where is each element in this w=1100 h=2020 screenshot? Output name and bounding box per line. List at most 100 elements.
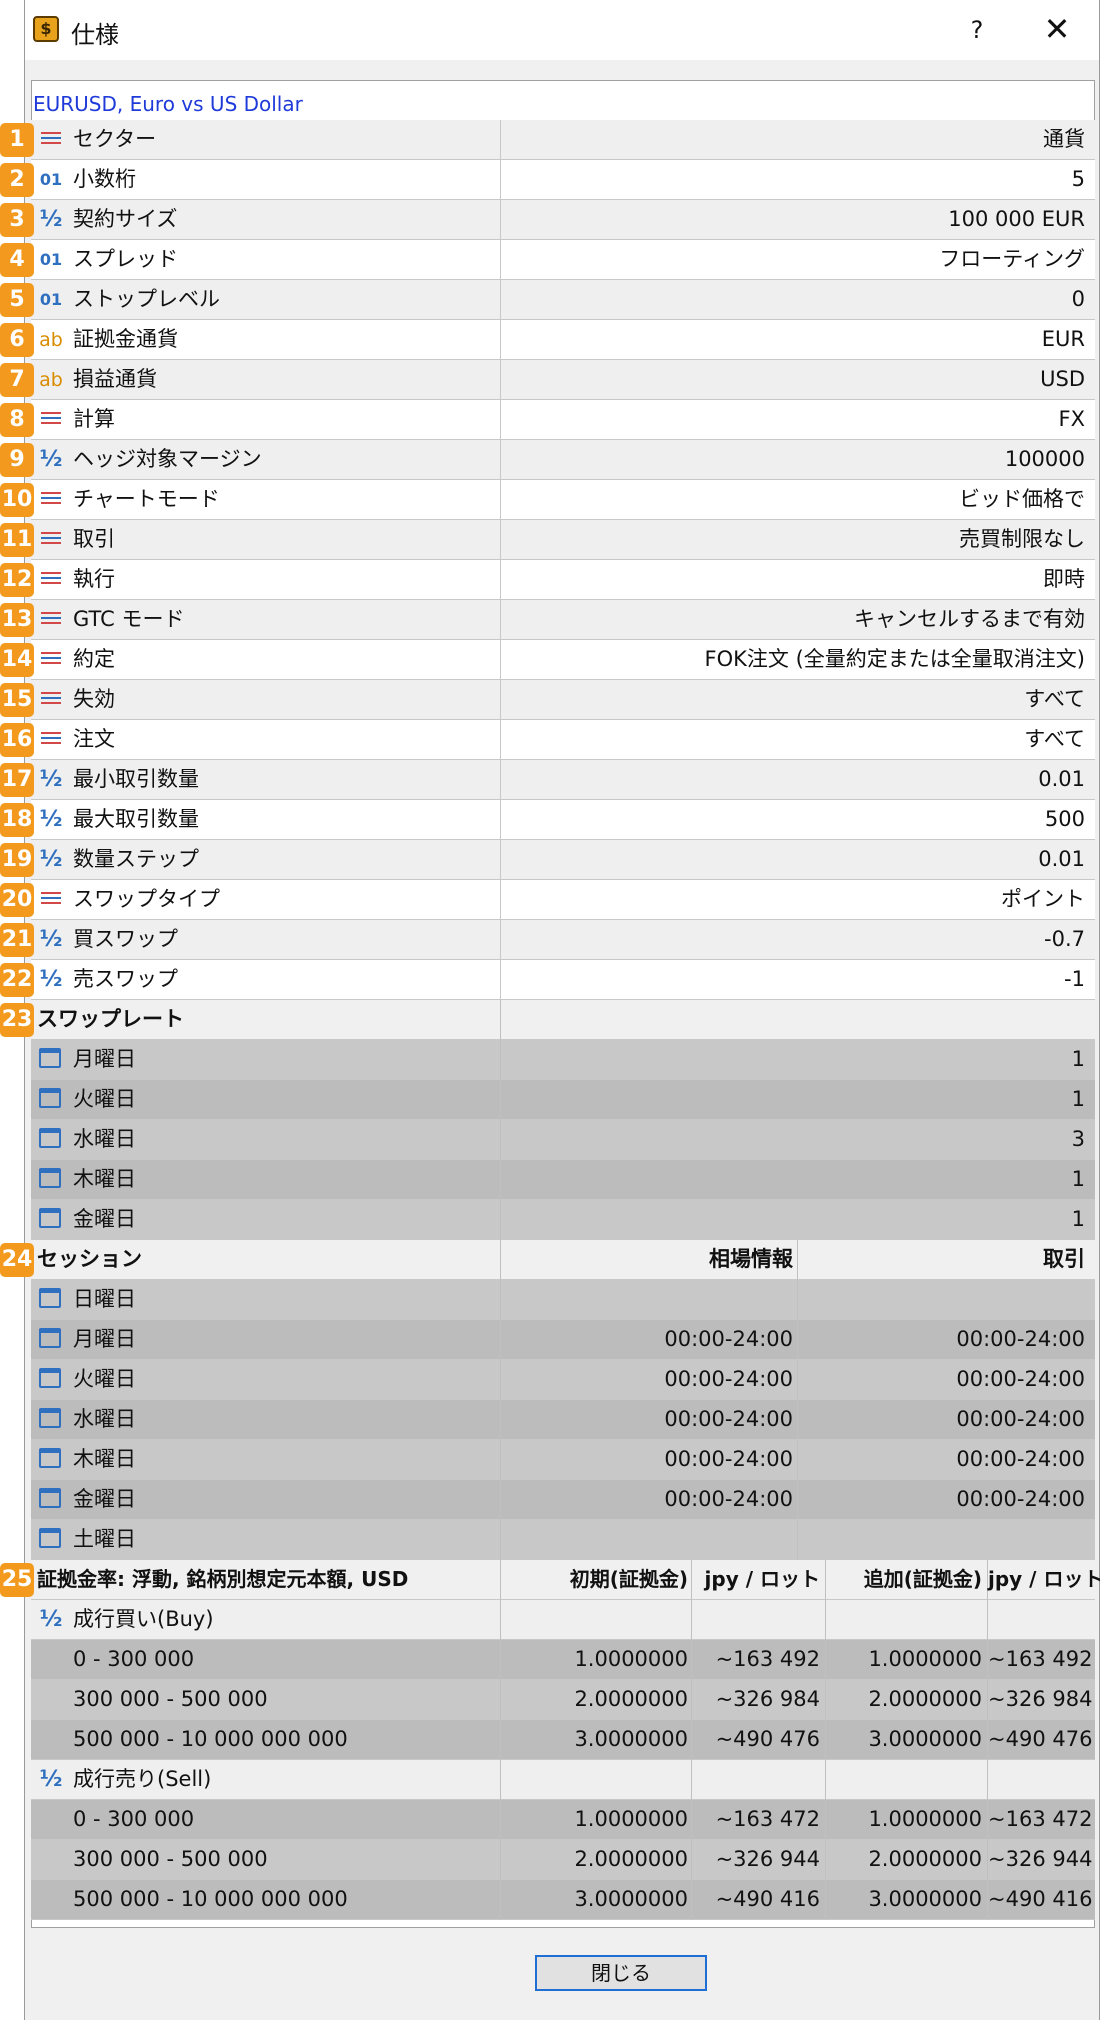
property-row[interactable]: ab 損益通貨 USD xyxy=(31,360,1095,400)
margin-tier-value: ~490 476 xyxy=(715,1727,820,1751)
property-row[interactable]: 01 ストップレベル 0 xyxy=(31,280,1095,320)
swap-day-value: 3 xyxy=(1071,1127,1085,1151)
swap-day-label: 水曜日 xyxy=(73,1127,136,1151)
property-value: すべて xyxy=(1024,727,1085,751)
session-day-label: 日曜日 xyxy=(73,1287,136,1311)
swap-day-row[interactable]: 水曜日 3 xyxy=(31,1120,1095,1160)
fraction-icon: ½ xyxy=(39,1767,63,1792)
margin-tier-range: 300 000 - 500 000 xyxy=(73,1687,268,1711)
property-row[interactable]: ½ 契約サイズ 100 000 EUR xyxy=(31,200,1095,240)
property-row[interactable]: 01 小数桁 5 xyxy=(31,160,1095,200)
session-quotes-value xyxy=(501,1520,793,1559)
property-row[interactable]: スワップタイプ ポイント xyxy=(31,880,1095,920)
property-row[interactable]: セクター 通貨 xyxy=(31,120,1095,160)
swap-day-row[interactable]: 金曜日 1 xyxy=(31,1200,1095,1240)
session-day-row[interactable]: 木曜日 00:00-24:00 00:00-24:00 xyxy=(31,1440,1095,1480)
margin-group-row[interactable]: ½ 成行買い(Buy) xyxy=(31,1600,1095,1640)
property-row[interactable]: ½ 売スワップ -1 xyxy=(31,960,1095,1000)
property-row[interactable]: 注文 すべて xyxy=(31,720,1095,760)
margin-tier-row[interactable]: 500 000 - 10 000 000 000 3.0000000 ~490 47… xyxy=(31,1720,1095,1760)
fraction-icon: ½ xyxy=(39,1607,63,1632)
margin-header[interactable]: 証拠金率: 浮動, 銘柄別想定元本額, USD 初期(証拠金) jpy / ロット追… xyxy=(31,1560,1100,1600)
property-list: セクター 通貨 01 小数桁 5 ½ 契約サイズ 100 000 EUR 01 スプレッド フローテ… xyxy=(31,120,1100,1920)
property-row[interactable]: チャートモード ビッド価格で xyxy=(31,480,1095,520)
swap-rate-header[interactable]: スワップレート xyxy=(31,1000,1095,1040)
property-row[interactable]: ab 証拠金通貨 EUR xyxy=(31,320,1095,360)
fraction-icon: ½ xyxy=(39,447,63,472)
fraction-icon: ½ xyxy=(39,207,63,232)
margin-tier-value: ~490 416 xyxy=(988,1887,1093,1911)
property-value: USD xyxy=(1040,367,1085,391)
list-icon xyxy=(41,732,61,748)
callout-badge: 6 xyxy=(0,323,34,357)
property-label: 約定 xyxy=(73,647,115,671)
close-button[interactable]: 閉じる xyxy=(535,1955,707,1991)
property-label: 計算 xyxy=(73,407,115,431)
session-day-row[interactable]: 日曜日 xyxy=(31,1280,1095,1320)
sessions-header[interactable]: セッション 相場情報 取引 xyxy=(31,1240,1095,1280)
property-row[interactable]: 約定 FOK注文 (全量約定または全量取消注文) xyxy=(31,640,1095,680)
quotes-column-header: 相場情報 xyxy=(709,1247,793,1271)
margin-tier-value: ~163 492 xyxy=(715,1647,820,1671)
property-row[interactable]: 失効 すべて xyxy=(31,680,1095,720)
property-row[interactable]: ½ 買スワップ -0.7 xyxy=(31,920,1095,960)
property-value: 100 000 EUR xyxy=(948,207,1085,231)
swap-day-row[interactable]: 木曜日 1 xyxy=(31,1160,1095,1200)
calendar-icon xyxy=(39,1488,61,1508)
session-day-row[interactable]: 金曜日 00:00-24:00 00:00-24:00 xyxy=(31,1480,1095,1520)
property-row[interactable]: ½ 最小取引数量 0.01 xyxy=(31,760,1095,800)
property-row[interactable]: 01 スプレッド フローティング xyxy=(31,240,1095,280)
column-divider xyxy=(825,1760,826,1800)
property-row[interactable]: ½ ヘッジ対象マージン 100000 xyxy=(31,440,1095,480)
property-row[interactable]: 計算 FX xyxy=(31,400,1095,440)
session-quotes-value: 00:00-24:00 xyxy=(664,1327,793,1351)
margin-tier-value: ~326 944 xyxy=(988,1847,1093,1871)
margin-tier-range: 500 000 - 10 000 000 000 xyxy=(73,1727,348,1751)
swap-day-row[interactable]: 月曜日 1 xyxy=(31,1040,1095,1080)
margin-tier-row[interactable]: 500 000 - 10 000 000 000 3.0000000 ~490 41… xyxy=(31,1880,1095,1920)
session-trade-value xyxy=(798,1280,1085,1319)
text-icon: ab xyxy=(39,329,63,351)
session-day-row[interactable]: 水曜日 00:00-24:00 00:00-24:00 xyxy=(31,1400,1095,1440)
margin-tier-row[interactable]: 300 000 - 500 000 2.0000000 ~326 944 2.0000… xyxy=(31,1840,1095,1880)
fraction-icon: ½ xyxy=(39,807,63,832)
help-button[interactable]: ? xyxy=(961,12,993,48)
property-label: 取引 xyxy=(73,527,115,551)
session-trade-value: 00:00-24:00 xyxy=(956,1447,1085,1471)
property-label: チャートモード xyxy=(73,487,220,511)
property-row[interactable]: ½ 数量ステップ 0.01 xyxy=(31,840,1095,880)
session-day-label: 金曜日 xyxy=(73,1487,136,1511)
swap-day-value: 1 xyxy=(1071,1047,1085,1071)
list-icon xyxy=(41,892,61,908)
calendar-icon xyxy=(39,1048,61,1068)
property-label: セクター xyxy=(73,127,157,151)
callout-badge: 24 xyxy=(0,1243,34,1277)
margin-tier-row[interactable]: 0 - 300 000 1.0000000 ~163 492 1.0000000 ~16… xyxy=(31,1640,1095,1680)
property-value: -1 xyxy=(1064,967,1085,991)
margin-tier-value: ~163 492 xyxy=(988,1647,1093,1671)
swap-day-row[interactable]: 火曜日 1 xyxy=(31,1080,1095,1120)
property-row[interactable]: ½ 最大取引数量 500 xyxy=(31,800,1095,840)
margin-tier-row[interactable]: 0 - 300 000 1.0000000 ~163 472 1.0000000 ~16… xyxy=(31,1800,1095,1840)
margin-tier-range: 0 - 300 000 xyxy=(73,1807,195,1831)
list-icon xyxy=(41,412,61,428)
session-day-row[interactable]: 月曜日 00:00-24:00 00:00-24:00 xyxy=(31,1320,1095,1360)
session-trade-value xyxy=(798,1520,1085,1559)
property-row[interactable]: GTC モード キャンセルするまで有効 xyxy=(31,600,1095,640)
margin-group-label: 成行買い(Buy) xyxy=(73,1607,214,1631)
margin-tier-range: 500 000 - 10 000 000 000 xyxy=(73,1887,348,1911)
property-value: FX xyxy=(1058,407,1085,431)
list-icon xyxy=(41,532,61,548)
session-day-row[interactable]: 火曜日 00:00-24:00 00:00-24:00 xyxy=(31,1360,1095,1400)
calendar-icon xyxy=(39,1088,61,1108)
margin-tier-row[interactable]: 300 000 - 500 000 2.0000000 ~326 984 2.0000… xyxy=(31,1680,1095,1720)
margin-group-row[interactable]: ½ 成行売り(Sell) xyxy=(31,1760,1095,1800)
calendar-icon xyxy=(39,1128,61,1148)
session-day-row[interactable]: 土曜日 xyxy=(31,1520,1095,1560)
callout-badge: 8 xyxy=(0,403,34,437)
property-row[interactable]: 取引 売買制限なし xyxy=(31,520,1095,560)
callout-badge: 19 xyxy=(0,843,34,877)
property-row[interactable]: 執行 即時 xyxy=(31,560,1095,600)
fraction-icon: ½ xyxy=(39,967,63,992)
close-icon[interactable]: ✕ xyxy=(1037,12,1077,48)
